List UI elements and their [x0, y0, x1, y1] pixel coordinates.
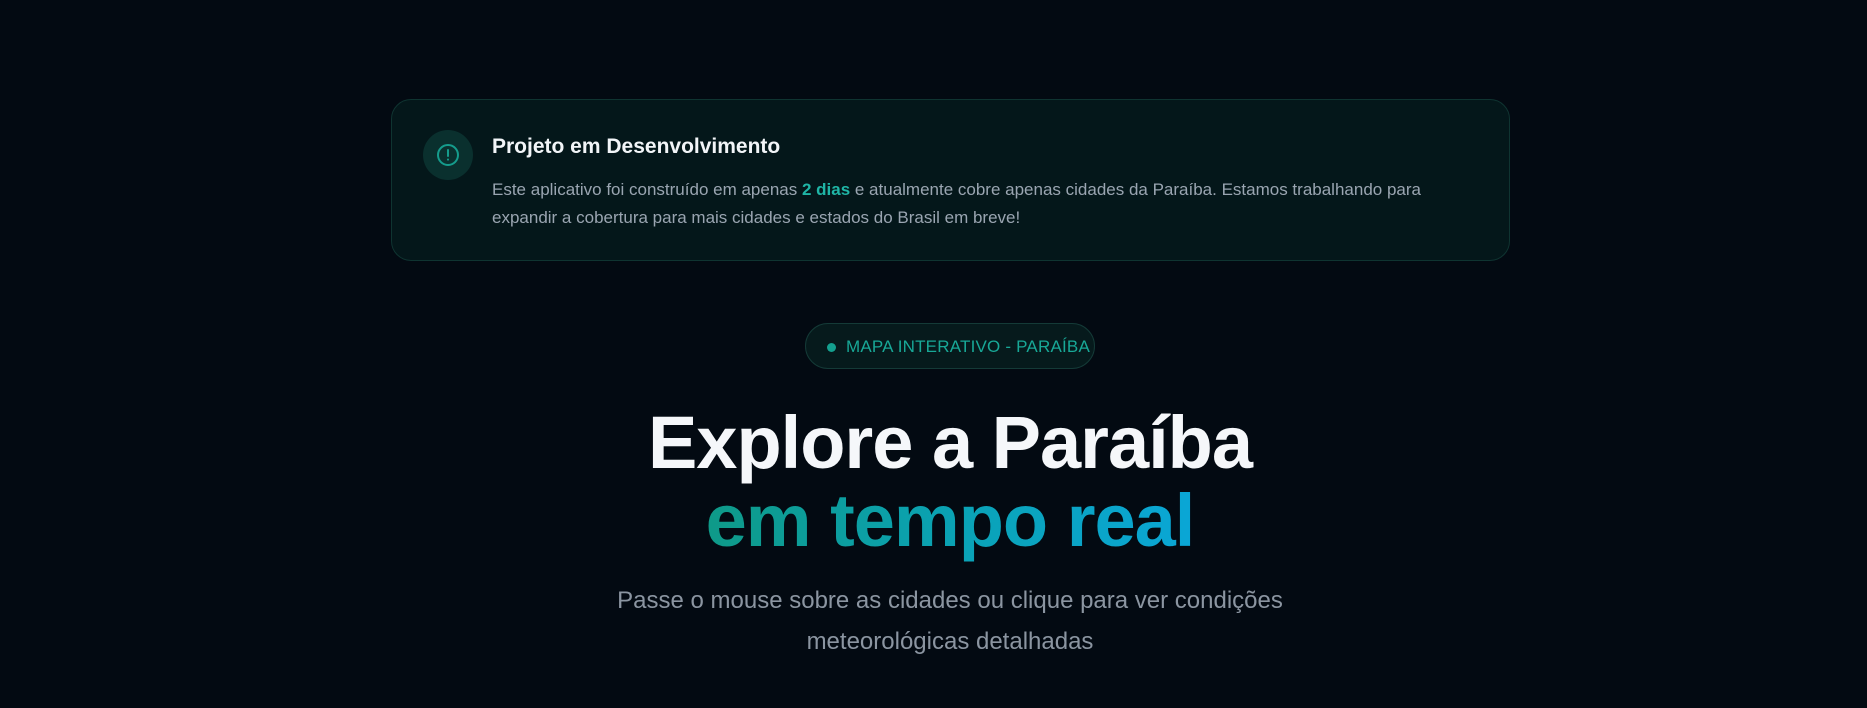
- hero-title-line2: em tempo real: [0, 476, 1867, 566]
- development-notice-card: Projeto em Desenvolvimento Este aplicati…: [391, 99, 1510, 261]
- notice-text-before: Este aplicativo foi construído em apenas: [492, 180, 802, 199]
- hero-title-line1: Explore a Paraíba: [647, 401, 1253, 484]
- badge-label: MAPA INTERATIVO - PARAÍBA: [846, 337, 1090, 356]
- hero-subtitle: Passe o mouse sobre as cidades ou clique…: [617, 587, 1283, 655]
- notice-title: Projeto em Desenvolvimento: [492, 135, 781, 158]
- hero-title-gradient-text: em tempo real: [705, 479, 1196, 562]
- map-badge: MAPA INTERATIVO - PARAÍBA: [805, 323, 1095, 369]
- alert-circle-icon: [437, 144, 459, 166]
- status-dot-icon: [827, 343, 836, 352]
- notice-icon-container: [423, 130, 473, 180]
- notice-description: Este aplicativo foi construído em apenas…: [492, 176, 1452, 232]
- page: Projeto em Desenvolvimento Este aplicati…: [0, 0, 1867, 708]
- notice-highlight: 2 dias: [801, 180, 851, 199]
